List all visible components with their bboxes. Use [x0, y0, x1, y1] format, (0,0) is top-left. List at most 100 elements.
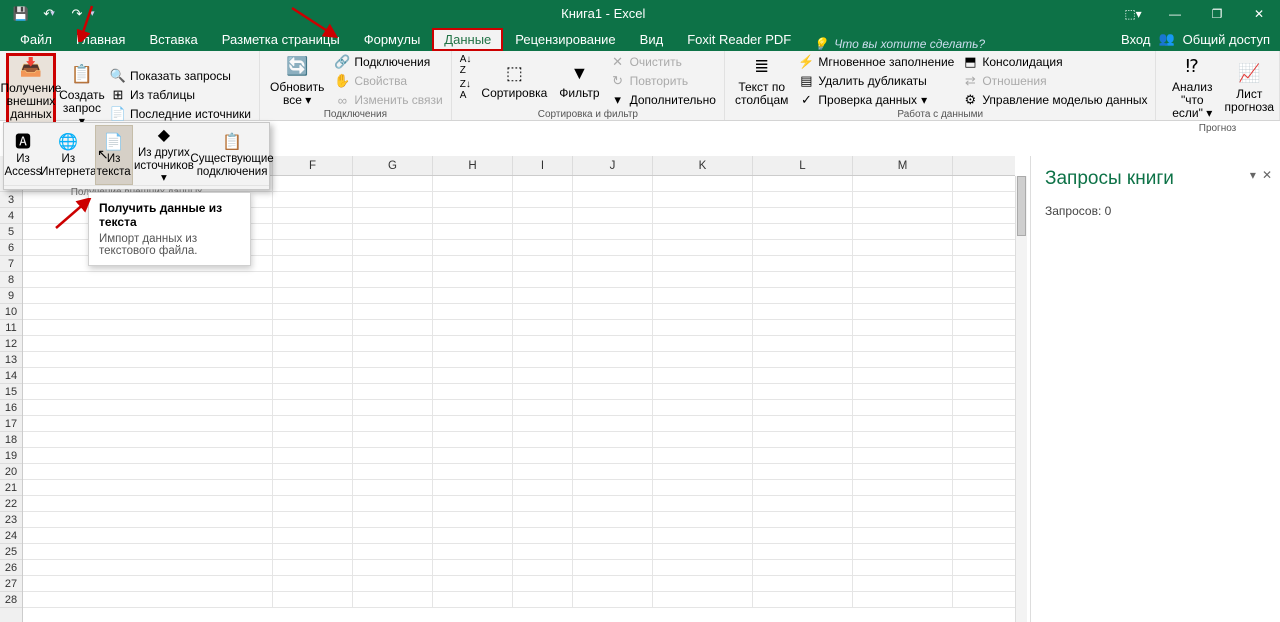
cell[interactable] — [853, 400, 953, 415]
cell[interactable] — [573, 352, 653, 367]
cell[interactable] — [573, 416, 653, 431]
cell[interactable] — [653, 464, 753, 479]
cell[interactable] — [353, 560, 433, 575]
cell[interactable] — [23, 560, 273, 575]
cell[interactable] — [433, 416, 513, 431]
col-header-j[interactable]: J — [573, 156, 653, 175]
tab-view[interactable]: Вид — [628, 28, 676, 51]
cell[interactable] — [273, 592, 353, 607]
cell[interactable] — [353, 352, 433, 367]
cell[interactable] — [653, 224, 753, 239]
cell[interactable] — [433, 400, 513, 415]
row-header[interactable]: 17 — [0, 416, 22, 432]
cell[interactable] — [273, 176, 353, 191]
cell[interactable] — [753, 256, 853, 271]
cell[interactable] — [273, 192, 353, 207]
what-if-button[interactable]: ⁉ Анализ "что если" ▾ — [1162, 53, 1222, 123]
row-header[interactable]: 9 — [0, 288, 22, 304]
cell[interactable] — [573, 400, 653, 415]
cell[interactable] — [753, 576, 853, 591]
cell[interactable] — [513, 368, 573, 383]
cell[interactable] — [353, 384, 433, 399]
cell[interactable] — [853, 576, 953, 591]
cell[interactable] — [753, 352, 853, 367]
row-header[interactable]: 5 — [0, 224, 22, 240]
row-header[interactable]: 10 — [0, 304, 22, 320]
cell[interactable] — [853, 336, 953, 351]
cell[interactable] — [433, 208, 513, 223]
cell[interactable] — [653, 208, 753, 223]
cell[interactable] — [753, 368, 853, 383]
tab-formulas[interactable]: Формулы — [352, 28, 433, 51]
cell[interactable] — [23, 576, 273, 591]
cell[interactable] — [653, 512, 753, 527]
row-header[interactable]: 20 — [0, 464, 22, 480]
cell[interactable] — [23, 288, 273, 303]
cell[interactable] — [23, 544, 273, 559]
sort-desc-button[interactable]: Z↓A — [458, 78, 474, 102]
cell[interactable] — [273, 304, 353, 319]
cell[interactable] — [753, 224, 853, 239]
cell[interactable] — [433, 176, 513, 191]
cell[interactable] — [853, 272, 953, 287]
grid-row[interactable] — [23, 368, 1015, 384]
cell[interactable] — [653, 592, 753, 607]
cell[interactable] — [353, 464, 433, 479]
grid-row[interactable] — [23, 560, 1015, 576]
cell[interactable] — [853, 320, 953, 335]
cell[interactable] — [753, 416, 853, 431]
cell[interactable] — [513, 384, 573, 399]
cell[interactable] — [653, 400, 753, 415]
cell[interactable] — [353, 512, 433, 527]
cell[interactable] — [433, 256, 513, 271]
tab-home[interactable]: Главная — [64, 28, 137, 51]
row-header[interactable]: 11 — [0, 320, 22, 336]
tab-data[interactable]: Данные — [432, 28, 503, 51]
cell[interactable] — [753, 384, 853, 399]
cell[interactable] — [853, 304, 953, 319]
cell[interactable] — [653, 192, 753, 207]
cell[interactable] — [653, 528, 753, 543]
cell[interactable] — [23, 480, 273, 495]
cell[interactable] — [513, 272, 573, 287]
cell[interactable] — [653, 544, 753, 559]
row-header[interactable]: 18 — [0, 432, 22, 448]
cell[interactable] — [353, 304, 433, 319]
cell[interactable] — [753, 528, 853, 543]
cell[interactable] — [273, 224, 353, 239]
cell[interactable] — [653, 384, 753, 399]
cell[interactable] — [573, 256, 653, 271]
cell[interactable] — [433, 464, 513, 479]
cell[interactable] — [853, 256, 953, 271]
cell[interactable] — [753, 480, 853, 495]
cell[interactable] — [513, 400, 573, 415]
cell[interactable] — [353, 368, 433, 383]
cell[interactable] — [513, 560, 573, 575]
data-validation-button[interactable]: ✓Проверка данных ▾ — [796, 91, 956, 109]
cell[interactable] — [23, 336, 273, 351]
cell[interactable] — [853, 512, 953, 527]
row-header[interactable]: 4 — [0, 208, 22, 224]
qat-save[interactable]: 💾 — [10, 3, 32, 25]
from-text-button[interactable]: 📄 Из текста — [95, 125, 133, 185]
cell[interactable] — [273, 448, 353, 463]
cell[interactable] — [353, 224, 433, 239]
cell[interactable] — [273, 336, 353, 351]
cell[interactable] — [753, 448, 853, 463]
grid-row[interactable] — [23, 496, 1015, 512]
cell[interactable] — [653, 256, 753, 271]
vertical-scrollbar[interactable] — [1015, 176, 1027, 622]
cell[interactable] — [433, 288, 513, 303]
cell[interactable] — [513, 432, 573, 447]
cell[interactable] — [573, 320, 653, 335]
row-header[interactable]: 14 — [0, 368, 22, 384]
cell[interactable] — [433, 320, 513, 335]
row-header[interactable]: 27 — [0, 576, 22, 592]
tab-file[interactable]: Файл — [8, 28, 64, 51]
cell[interactable] — [853, 432, 953, 447]
grid-row[interactable] — [23, 592, 1015, 608]
col-header-f[interactable]: F — [273, 156, 353, 175]
grid-row[interactable] — [23, 480, 1015, 496]
cell[interactable] — [23, 352, 273, 367]
cell[interactable] — [513, 240, 573, 255]
